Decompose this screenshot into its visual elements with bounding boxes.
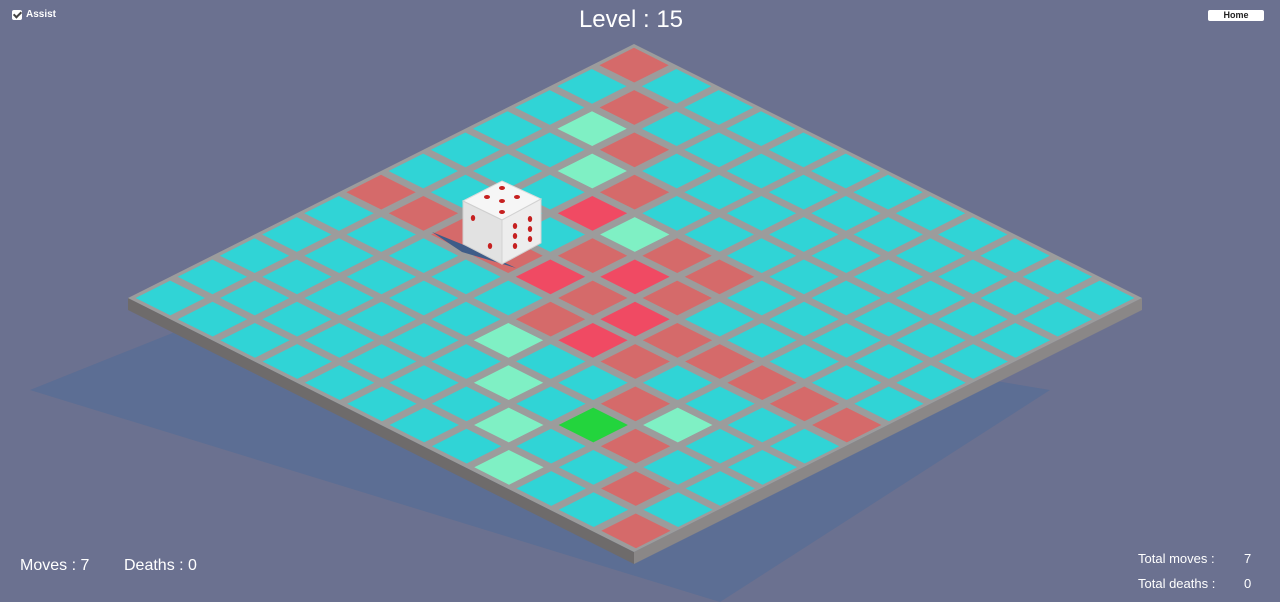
deaths-counter: Deaths : 0 <box>124 557 197 574</box>
die-pip <box>499 210 505 214</box>
total-moves-value: 7 <box>1244 551 1252 566</box>
die-pip <box>470 215 476 221</box>
die-pip <box>499 199 505 203</box>
die-pip <box>527 226 533 232</box>
total-deaths-value: 0 <box>1244 576 1252 591</box>
game-board-scene <box>30 44 1142 602</box>
total-deaths-label: Total deaths : <box>1138 576 1216 591</box>
die-pip <box>484 195 490 199</box>
level-title: Level : 15 <box>578 6 684 33</box>
die-pip <box>487 243 493 249</box>
total-moves-label: Total moves : <box>1138 551 1215 566</box>
die-pip <box>512 223 518 229</box>
die-pip <box>499 186 505 190</box>
moves-counter: Moves : 7 <box>20 557 90 574</box>
home-button[interactable]: Home <box>1208 10 1264 21</box>
die-pip <box>527 216 533 222</box>
die-pip <box>527 236 533 242</box>
die-pip <box>514 195 520 199</box>
die-pip <box>512 243 518 249</box>
die-pip <box>512 233 518 239</box>
